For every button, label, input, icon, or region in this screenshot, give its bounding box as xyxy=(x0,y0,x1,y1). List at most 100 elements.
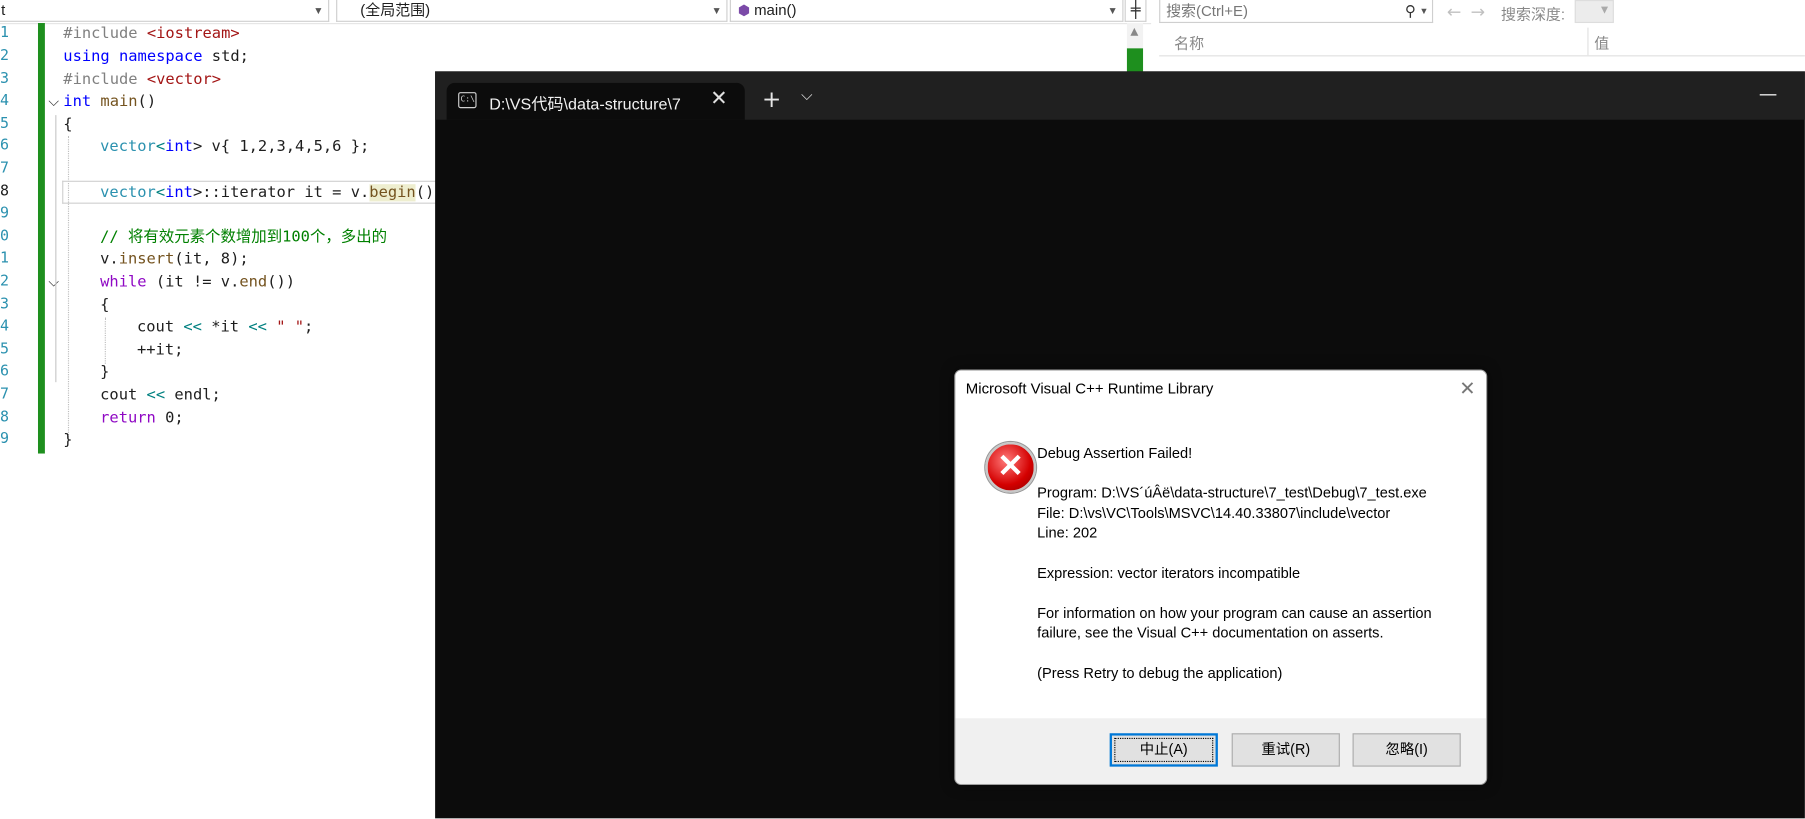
line-number: 6 xyxy=(0,136,10,155)
console-icon-text: C:\ xyxy=(460,94,476,104)
terminal-tab-bar: C:\ D:\VS代码\data-structure\7 ✕ + ⌵ — xyxy=(435,71,1805,120)
scope-dropdown-label: (全局范围) xyxy=(360,1,431,19)
line-number: 4 xyxy=(0,92,10,110)
chevron-down-icon[interactable]: ⌵ xyxy=(801,87,812,104)
fold-range-line xyxy=(55,115,57,383)
code-token: v. xyxy=(100,250,119,269)
code-token: << xyxy=(183,318,202,337)
search-depth-dropdown[interactable]: ▼ xyxy=(1574,0,1614,24)
assertion-heading: Debug Assertion Failed! xyxy=(1037,445,1193,462)
ignore-button[interactable]: 忽略(I) xyxy=(1352,733,1461,767)
code-line: { xyxy=(63,115,72,136)
assertion-expression: Expression: vector iterators incompatibl… xyxy=(1037,565,1301,582)
search-nav-arrows: ←→ xyxy=(1447,1,1494,22)
code-token: <vector> xyxy=(146,71,222,89)
info-text: failure, see the Visual C++ documentatio… xyxy=(1037,625,1384,642)
retry-button[interactable]: 重试(R) xyxy=(1231,733,1340,767)
close-icon[interactable]: ✕ xyxy=(1459,378,1475,401)
chevron-down-icon: ▼ xyxy=(1601,4,1609,15)
code-token: " " xyxy=(266,318,305,337)
code-token: ()) xyxy=(267,273,296,292)
search-input[interactable]: 搜索(Ctrl+E) ⚲ ▼ xyxy=(1159,0,1434,24)
terminal-tab[interactable]: C:\ D:\VS代码\data-structure\7 ✕ xyxy=(446,82,745,120)
line-number: 2 xyxy=(0,47,10,65)
code-token: (it != v. xyxy=(146,273,240,292)
dialog-title: Microsoft Visual C++ Runtime Library xyxy=(965,379,1214,398)
line-number: 1 xyxy=(0,24,10,42)
column-header-name[interactable]: 名称 xyxy=(1174,31,1204,53)
dialog-button-bar: 中止(A) 重试(R) 忽略(I) xyxy=(955,718,1487,784)
code-token: cout xyxy=(136,318,184,337)
search-placeholder: 搜索(Ctrl+E) xyxy=(1166,2,1248,20)
code-token: std; xyxy=(202,48,249,66)
code-token: int xyxy=(63,93,92,111)
close-tab-icon[interactable]: ✕ xyxy=(710,86,727,110)
file-path: File: D:\vs\VC\Tools\MSVC\14.40.33807\in… xyxy=(1037,505,1391,522)
line-number: 8 xyxy=(0,408,10,426)
code-token: namespace xyxy=(109,48,203,66)
code-line: cout << endl; xyxy=(100,386,221,407)
project-dropdown[interactable]: t ▼ xyxy=(0,0,330,22)
code-token: { xyxy=(63,116,73,134)
indent-guide xyxy=(104,317,106,364)
dialog-body: ✕ Debug Assertion Failed! Program: D:\VS… xyxy=(955,407,1487,719)
code-token: ; xyxy=(304,318,314,337)
code-token: while xyxy=(100,273,147,292)
split-editor-button[interactable]: ╪ xyxy=(1124,0,1147,22)
arrow-left-icon[interactable]: ← xyxy=(1447,1,1471,22)
code-line: vector<int> v{ 1,2,3,4,5,6 }; xyxy=(100,137,369,158)
column-header-value[interactable]: 值 xyxy=(1594,31,1609,53)
line-number: 0 xyxy=(0,227,10,246)
scope-dropdown[interactable]: (全局范围) ▼ xyxy=(336,0,728,22)
watch-column-headers: 名称 值 xyxy=(1159,27,1805,57)
program-path: Program: D:\VS´úÂë\data-structure\7_test… xyxy=(1037,484,1427,501)
code-line: while (it != v.end()) xyxy=(100,273,295,294)
change-tracking-bar xyxy=(37,23,45,454)
code-token: main xyxy=(91,93,138,111)
column-divider[interactable] xyxy=(1587,27,1589,56)
scroll-up-icon[interactable]: ▲ xyxy=(1130,26,1138,38)
code-line: cout << *it << " "; xyxy=(137,318,313,339)
code-token: >::iterator it = v. xyxy=(192,184,370,202)
new-tab-icon[interactable]: + xyxy=(762,85,781,113)
chevron-down-icon[interactable]: ▼ xyxy=(1419,0,1428,23)
code-token: (it, 8); xyxy=(174,250,249,269)
code-token: > v{ 1,2,3,4,5,6 }; xyxy=(192,138,370,156)
code-line: ++it; xyxy=(136,341,184,360)
code-token: int xyxy=(165,184,193,202)
code-line: return 0; xyxy=(100,409,184,430)
line-number: 2 xyxy=(0,272,10,291)
code-token: << xyxy=(248,318,267,337)
line-number: 1 xyxy=(0,249,10,268)
line-number-current: 8 xyxy=(0,183,10,201)
line-number: 7 xyxy=(0,385,10,403)
fold-chevron-icon[interactable]: ⌵ xyxy=(48,274,58,291)
fold-chevron-icon[interactable]: ⌵ xyxy=(48,93,58,110)
line-number: 3 xyxy=(0,70,10,88)
code-token: return xyxy=(100,409,156,428)
search-icon[interactable]: ⚲ xyxy=(1405,0,1416,23)
arrow-right-icon[interactable]: → xyxy=(1471,1,1495,22)
code-token: vector xyxy=(100,184,156,202)
member-dropdown-label: main() xyxy=(754,1,797,19)
line-number: 9 xyxy=(0,430,10,448)
editor-scrollbar[interactable]: ▲ xyxy=(1126,23,1144,78)
search-depth-label: 搜索深度: xyxy=(1501,5,1566,24)
info-text: For information on how your program can … xyxy=(1037,605,1432,622)
minimize-icon[interactable]: — xyxy=(1759,83,1777,105)
terminal-tab-title: D:\VS代码\data-structure\7 xyxy=(489,94,681,113)
code-token: << xyxy=(146,386,166,405)
line-number: 9 xyxy=(0,204,10,223)
line-number: 3 xyxy=(0,295,10,314)
code-token: vector xyxy=(100,138,156,156)
line-number: 6 xyxy=(0,362,10,380)
code-line: { xyxy=(100,296,110,315)
line-number: 5 xyxy=(0,340,10,358)
console-icon: C:\ xyxy=(458,92,477,109)
abort-button[interactable]: 中止(A) xyxy=(1109,733,1218,767)
member-dropdown[interactable]: ⬢ main() ▼ xyxy=(729,0,1124,22)
code-line: } xyxy=(63,431,73,449)
code-token: begin xyxy=(369,184,416,202)
cube-icon: ⬢ xyxy=(737,2,750,19)
code-line: #include <vector> xyxy=(63,70,221,91)
